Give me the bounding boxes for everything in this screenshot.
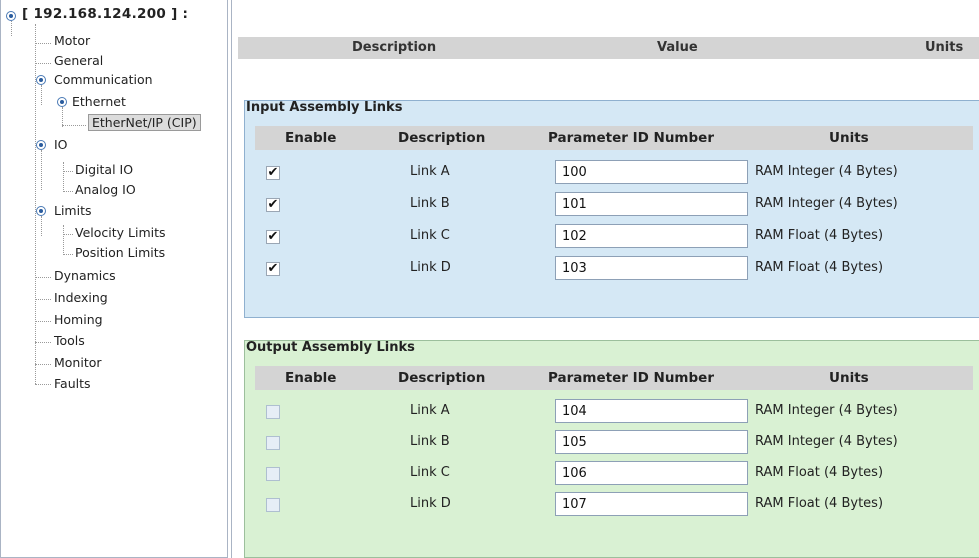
tree-item-monitor[interactable]: Monitor: [54, 355, 102, 370]
link-units: RAM Float (4 Bytes): [755, 496, 884, 511]
tree-item-communication[interactable]: Communication: [54, 72, 153, 87]
parameter-header-bar: Description Value Units: [238, 37, 979, 59]
output-table-header: Enable Description Parameter ID Number U…: [255, 366, 973, 390]
tree-item-indexing[interactable]: Indexing: [54, 290, 108, 305]
main-panel: Description Value Units Input Assembly L…: [231, 0, 979, 558]
output-assembly-panel: Output Assembly Links Enable Description…: [244, 340, 979, 558]
enable-checkbox[interactable]: [266, 467, 280, 481]
expand-radio-icon[interactable]: [6, 11, 16, 21]
table-row: Link B RAM Integer (4 Bytes): [245, 430, 979, 456]
link-description: Link A: [410, 164, 450, 179]
enable-checkbox[interactable]: [266, 405, 280, 419]
tree-root-device[interactable]: [ 192.168.124.200 ] :: [22, 6, 188, 22]
tree-item-ethernet[interactable]: Ethernet: [72, 94, 126, 109]
tree-item-analog-io[interactable]: Analog IO: [75, 182, 136, 197]
link-description: Link B: [410, 434, 450, 449]
parameter-id-input[interactable]: [555, 430, 748, 454]
link-units: RAM Integer (4 Bytes): [755, 434, 898, 449]
input-assembly-title: Input Assembly Links: [246, 100, 403, 115]
expand-radio-icon[interactable]: [36, 75, 46, 85]
tree-item-tools[interactable]: Tools: [54, 333, 85, 348]
table-row: ✔ Link C RAM Float (4 Bytes): [245, 224, 979, 250]
tree-item-dynamics[interactable]: Dynamics: [54, 268, 116, 283]
expand-radio-icon[interactable]: [36, 206, 46, 216]
table-row: Link D RAM Float (4 Bytes): [245, 492, 979, 518]
table-row: Link A RAM Integer (4 Bytes): [245, 399, 979, 425]
col-parameter-id: Parameter ID Number: [548, 130, 714, 146]
col-units: Units: [829, 130, 869, 146]
parameter-id-input[interactable]: [555, 256, 748, 280]
navigation-tree: [ 192.168.124.200 ] : Motor General Comm…: [0, 0, 228, 558]
tree-item-motor[interactable]: Motor: [54, 33, 90, 48]
enable-checkbox[interactable]: [266, 436, 280, 450]
link-units: RAM Integer (4 Bytes): [755, 403, 898, 418]
tree-item-velocity-limits[interactable]: Velocity Limits: [75, 225, 166, 240]
tree-item-position-limits[interactable]: Position Limits: [75, 245, 165, 260]
tree-item-limits[interactable]: Limits: [54, 203, 92, 218]
tree-item-faults[interactable]: Faults: [54, 376, 91, 391]
header-description: Description: [352, 40, 437, 55]
parameter-id-input[interactable]: [555, 492, 748, 516]
link-units: RAM Integer (4 Bytes): [755, 164, 898, 179]
parameter-id-input[interactable]: [555, 399, 748, 423]
enable-checkbox[interactable]: ✔: [266, 198, 280, 212]
link-description: Link B: [410, 196, 450, 211]
col-description: Description: [398, 370, 486, 386]
col-units: Units: [829, 370, 869, 386]
header-value: Value: [657, 40, 698, 55]
output-assembly-title: Output Assembly Links: [246, 340, 415, 355]
input-table-header: Enable Description Parameter ID Number U…: [255, 126, 973, 150]
table-row: ✔ Link D RAM Float (4 Bytes): [245, 256, 979, 282]
col-parameter-id: Parameter ID Number: [548, 370, 714, 386]
link-units: RAM Integer (4 Bytes): [755, 196, 898, 211]
link-description: Link C: [410, 465, 450, 480]
table-row: ✔ Link B RAM Integer (4 Bytes): [245, 192, 979, 218]
col-enable: Enable: [285, 370, 337, 386]
enable-checkbox[interactable]: ✔: [266, 262, 280, 276]
link-units: RAM Float (4 Bytes): [755, 260, 884, 275]
link-description: Link C: [410, 228, 450, 243]
tree-item-general[interactable]: General: [54, 53, 103, 68]
link-description: Link D: [410, 260, 451, 275]
enable-checkbox[interactable]: ✔: [266, 166, 280, 180]
link-description: Link D: [410, 496, 451, 511]
expand-radio-icon[interactable]: [36, 140, 46, 150]
col-enable: Enable: [285, 130, 337, 146]
parameter-id-input[interactable]: [555, 160, 748, 184]
tree-item-homing[interactable]: Homing: [54, 312, 103, 327]
parameter-id-input[interactable]: [555, 192, 748, 216]
parameter-id-input[interactable]: [555, 224, 748, 248]
parameter-id-input[interactable]: [555, 461, 748, 485]
enable-checkbox[interactable]: ✔: [266, 230, 280, 244]
header-units: Units: [925, 40, 964, 55]
input-assembly-panel: Input Assembly Links Enable Description …: [244, 100, 979, 318]
table-row: ✔ Link A RAM Integer (4 Bytes): [245, 160, 979, 186]
col-description: Description: [398, 130, 486, 146]
link-units: RAM Float (4 Bytes): [755, 228, 884, 243]
tree-item-io[interactable]: IO: [54, 137, 68, 152]
link-description: Link A: [410, 403, 450, 418]
link-units: RAM Float (4 Bytes): [755, 465, 884, 480]
tree-item-ethernet-ip-cip[interactable]: EtherNet/IP (CIP): [88, 114, 201, 131]
tree-item-digital-io[interactable]: Digital IO: [75, 162, 133, 177]
expand-radio-icon[interactable]: [57, 97, 67, 107]
table-row: Link C RAM Float (4 Bytes): [245, 461, 979, 487]
enable-checkbox[interactable]: [266, 498, 280, 512]
